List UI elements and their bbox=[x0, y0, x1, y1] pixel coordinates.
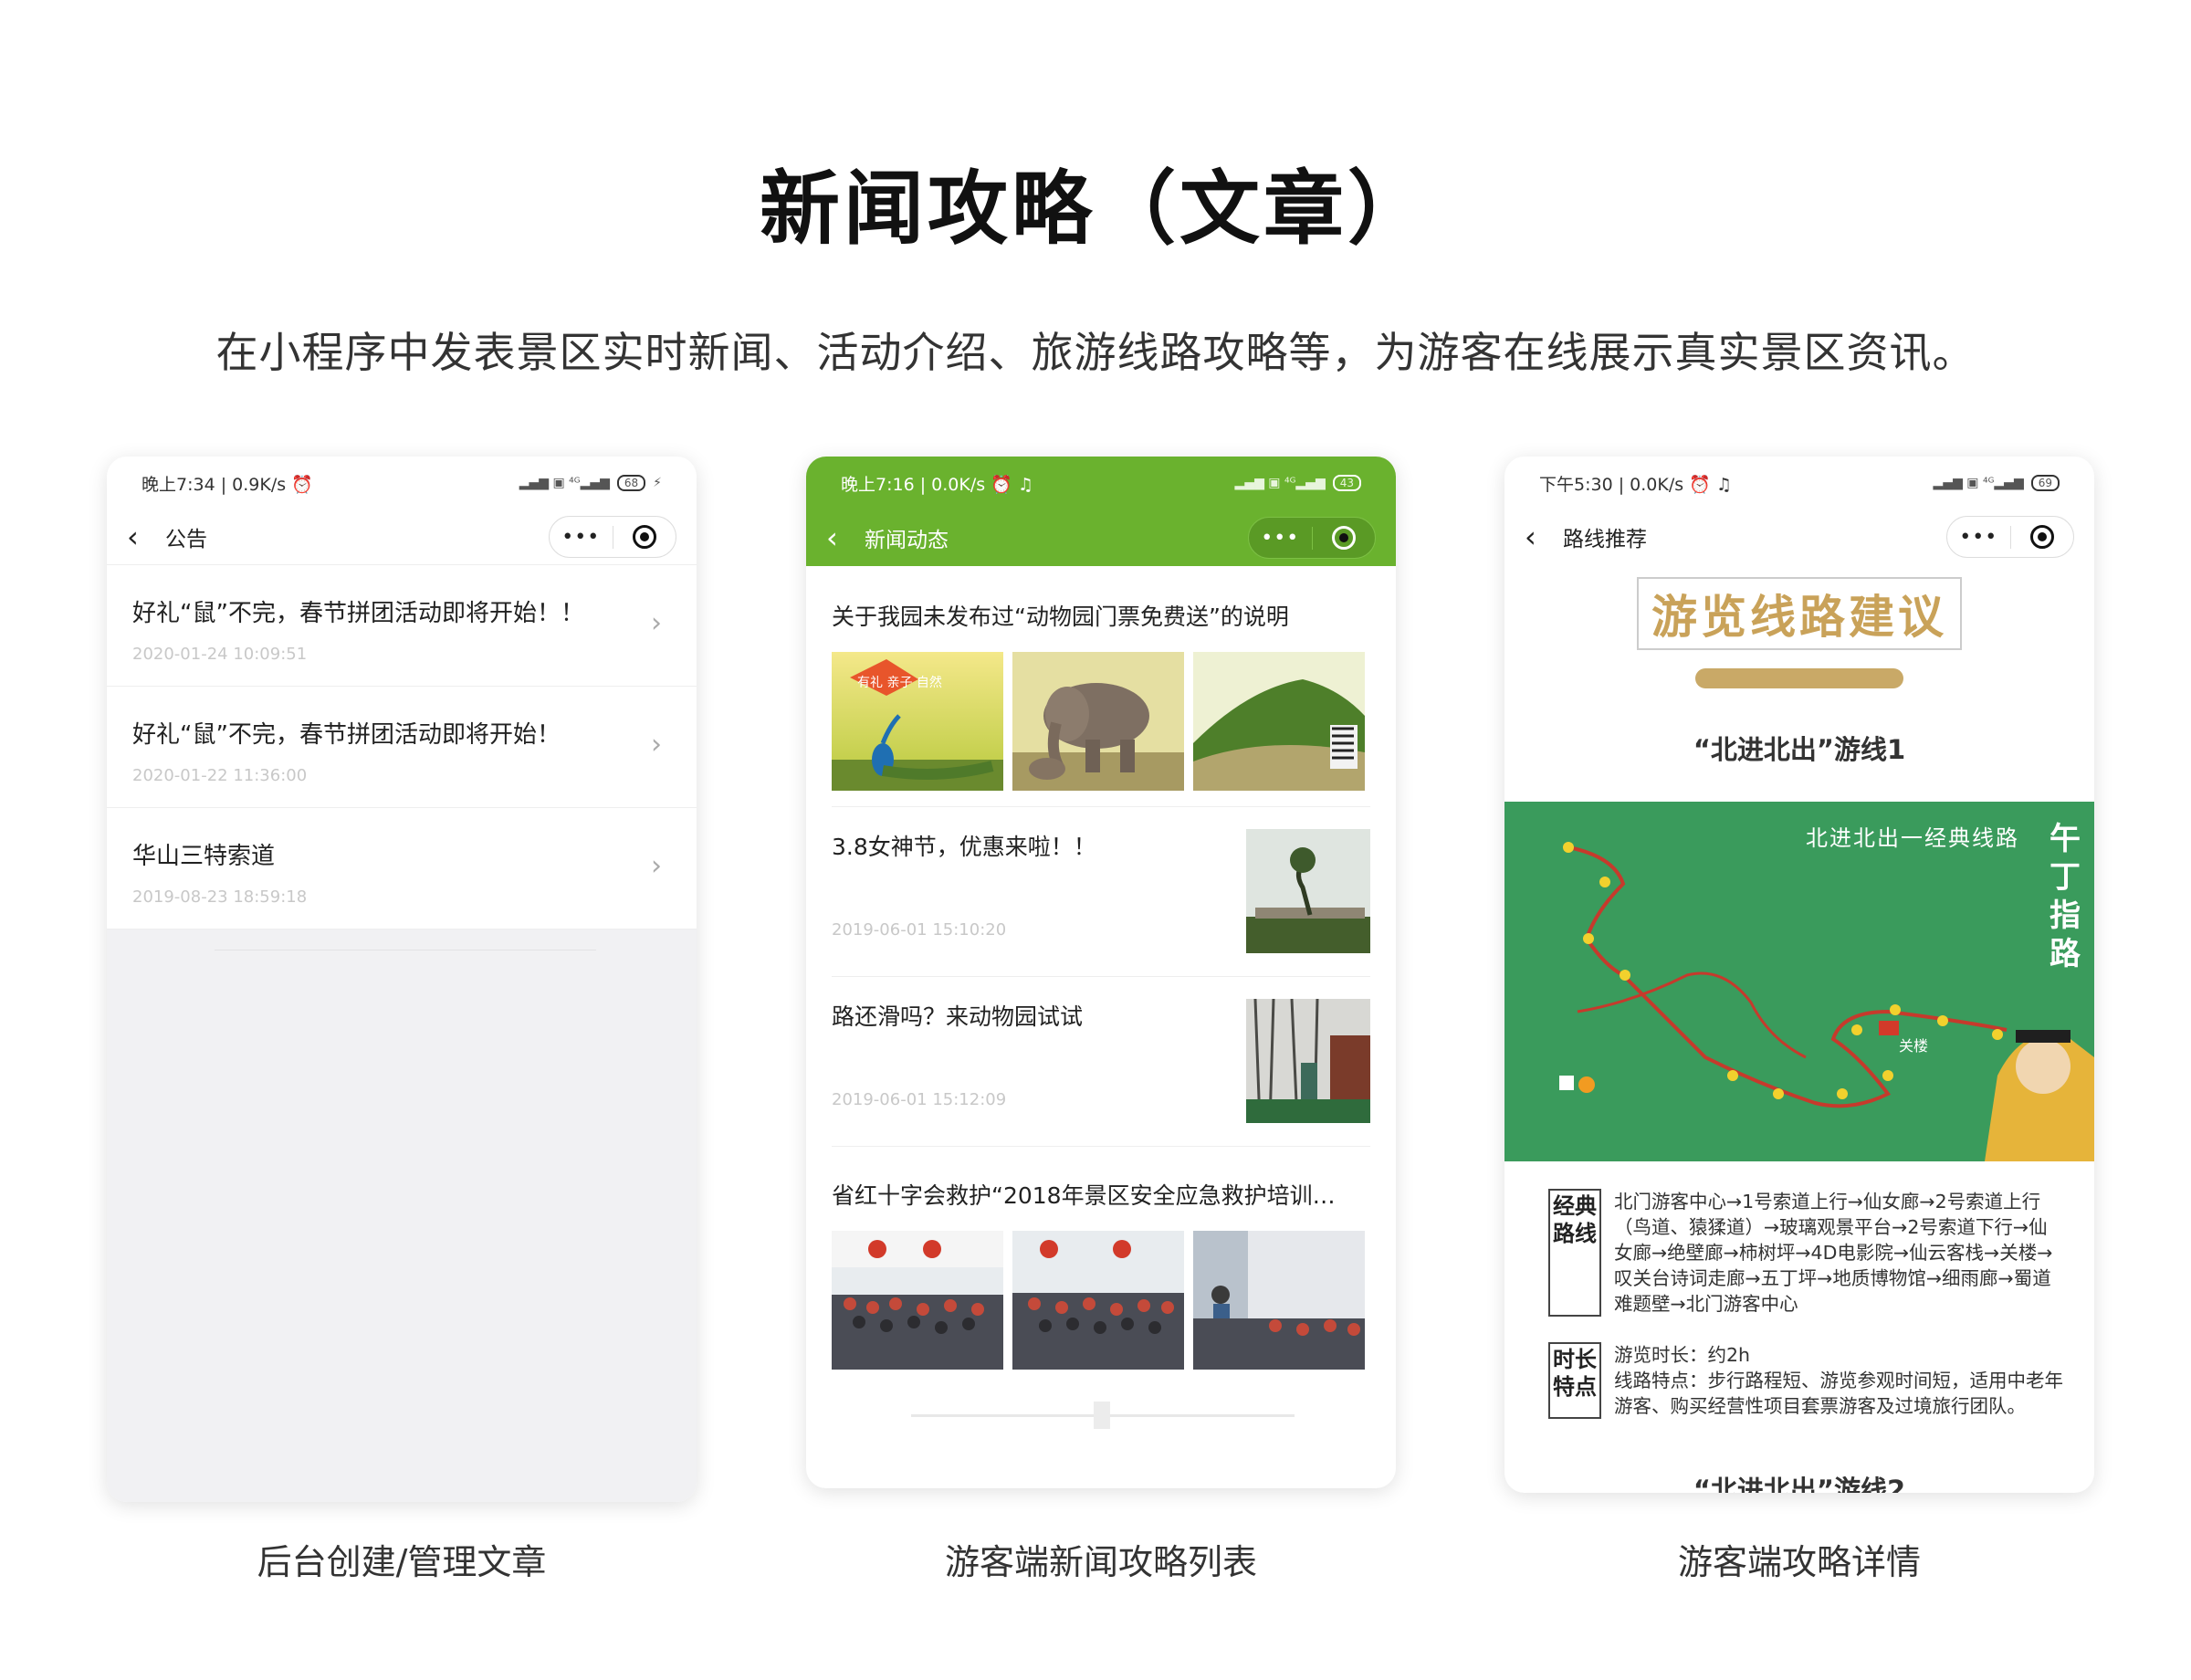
green-header: 晚上7:16 | 0.0K/s ⏰ ♫ ▂▄▆ ▣ ⁴ᴳ▂▄▆ 43 ‹ 新闻动… bbox=[806, 457, 1396, 566]
phone-news-list: 晚上7:16 | 0.0K/s ⏰ ♫ ▂▄▆ ▣ ⁴ᴳ▂▄▆ 43 ‹ 新闻动… bbox=[806, 457, 1396, 1488]
item-date: 2020-01-22 11:36:00 bbox=[132, 766, 308, 785]
nav-title: 路线推荐 bbox=[1563, 528, 1647, 551]
section-tag: 经典路线 bbox=[1548, 1189, 1601, 1317]
elephant-image[interactable] bbox=[1012, 652, 1184, 791]
info-row: 时长特点 游览时长：约2h 线路特点：步行路程短、游览参观时间短，适用中老年游客… bbox=[1548, 1342, 2063, 1419]
section-text: 游览时长：约2h 线路特点：步行路程短、游览参观时间短，适用中老年游客、购买经营… bbox=[1614, 1344, 2063, 1417]
more-menu-icon[interactable]: ••• bbox=[1947, 525, 2011, 549]
miniprogram-capsule: ••• bbox=[1248, 517, 1376, 559]
peacock-image[interactable]: 有礼 亲子 自然 bbox=[832, 652, 1003, 791]
next-route-heading: “北进北出”游线2 bbox=[1693, 1475, 1906, 1493]
phone-route-detail: 下午5:30 | 0.0K/s ⏰ ♫ ▂▄▆ ▣ ⁴ᴳ▂▄▆ 69 ‹ 路线推… bbox=[1504, 457, 2094, 1493]
status-icons: ▂▄▆ ▣ ⁴ᴳ▂▄▆ 43 bbox=[1235, 475, 1361, 491]
more-menu-icon[interactable]: ••• bbox=[550, 525, 613, 549]
news-title: 关于我园未发布过“动物园门票免费送”的说明 bbox=[832, 604, 1289, 630]
status-icons: ▂▄▆ ▣ ⁴ᴳ▂▄▆ 69 bbox=[1934, 475, 2060, 491]
snow-path-image[interactable] bbox=[1246, 998, 1370, 1124]
news-item[interactable]: 路还滑吗？来动物园试试 2019-06-01 15:12:09 bbox=[832, 977, 1370, 1147]
close-miniprogram-icon[interactable] bbox=[2011, 525, 2074, 549]
back-icon[interactable]: ‹ bbox=[826, 523, 854, 552]
status-time: 下午5:30 | 0.0K/s ⏰ ♫ bbox=[1539, 474, 1732, 495]
chevron-right-icon: › bbox=[651, 850, 662, 882]
item-title: 好礼“鼠”不完，春节拼团活动即将开始！ bbox=[132, 721, 561, 749]
page: 新闻攻略（文章） 在小程序中发表景区实时新闻、活动介绍、旅游线路攻略等，为游客在… bbox=[0, 0, 2191, 1680]
nav-bar: ‹ 路线推荐 ••• bbox=[1504, 509, 2094, 564]
badge-text: 有礼 亲子 自然 bbox=[857, 675, 942, 690]
status-bar: 下午5:30 | 0.0K/s ⏰ ♫ ▂▄▆ ▣ ⁴ᴳ▂▄▆ 69 bbox=[1504, 457, 2094, 509]
list-item[interactable]: 好礼“鼠”不完，春节拼团活动即将开始！！ 2020-01-24 10:09:51… bbox=[107, 565, 697, 687]
chevron-right-icon: › bbox=[651, 607, 662, 639]
signal-icon: ▂▄▆ ▣ ⁴ᴳ▂▄▆ bbox=[1234, 476, 1326, 490]
caption-route-detail: 游客端攻略详情 bbox=[1677, 1542, 1921, 1582]
chevron-right-icon: › bbox=[651, 729, 662, 761]
section-tag: 时长特点 bbox=[1548, 1342, 1601, 1419]
nav-bar: ‹ 公告 ••• bbox=[107, 509, 697, 564]
empty-area bbox=[107, 929, 697, 1502]
miniprogram-capsule: ••• bbox=[549, 516, 676, 558]
list-item[interactable]: 华山三特索道 2019-08-23 18:59:18 › bbox=[107, 808, 697, 929]
close-miniprogram-icon[interactable] bbox=[613, 525, 676, 549]
miniprogram-capsule: ••• bbox=[1946, 516, 2074, 558]
news-item[interactable]: 3.8女神节，优惠来啦！！ 2019-06-01 15:10:20 bbox=[832, 807, 1370, 977]
page-subtitle: 在小程序中发表景区实时新闻、活动介绍、旅游线路攻略等，为游客在线展示真实景区资讯… bbox=[215, 328, 1976, 377]
news-title: 省红十字会救护“2018年景区安全应急救护培训… bbox=[832, 1182, 1336, 1209]
battery-icon: 43 bbox=[1332, 475, 1361, 491]
item-title: 华山三特索道 bbox=[132, 843, 276, 870]
caption-news-list: 游客端新闻攻略列表 bbox=[944, 1542, 1257, 1582]
park-image[interactable] bbox=[1246, 829, 1370, 953]
item-date: 2019-08-23 18:59:18 bbox=[132, 887, 308, 907]
back-icon[interactable]: ‹ bbox=[127, 522, 154, 551]
route-map[interactable]: 北进北出一经典线路 午丁指路 关楼 bbox=[1504, 802, 2094, 1161]
image-row bbox=[832, 1231, 1370, 1370]
news-item[interactable]: 省红十字会救护“2018年景区安全应急救护培训… bbox=[832, 1147, 1370, 1384]
image-row: 有礼 亲子 自然 bbox=[832, 652, 1370, 791]
signal-icon: ▂▄▆ ▣ ⁴ᴳ▂▄▆ bbox=[1933, 476, 2024, 490]
status-bar: 晚上7:16 | 0.0K/s ⏰ ♫ ▂▄▆ ▣ ⁴ᴳ▂▄▆ 43 bbox=[806, 457, 1396, 509]
news-list: 关于我园未发布过“动物园门票免费送”的说明 有礼 亲子 自然 3.8女神节，优惠… bbox=[806, 566, 1396, 1384]
status-time: 晚上7:16 | 0.0K/s ⏰ ♫ bbox=[841, 474, 1033, 495]
scroll-indicator[interactable] bbox=[911, 1402, 1295, 1429]
item-title: 好礼“鼠”不完，春节拼团活动即将开始！！ bbox=[132, 600, 584, 627]
training-photo-3[interactable] bbox=[1193, 1231, 1365, 1370]
nav-bar: ‹ 新闻动态 ••• bbox=[806, 509, 1396, 566]
status-time: 晚上7:34 | 0.9K/s ⏰ bbox=[142, 474, 313, 495]
charging-icon: ⚡ bbox=[653, 476, 662, 490]
signal-icon: ▂▄▆ ▣ ⁴ᴳ▂▄▆ bbox=[519, 476, 610, 490]
poster-title: 游览线路建议 bbox=[1637, 577, 1962, 650]
battery-icon: 68 bbox=[616, 475, 646, 491]
section-text: 北门游客中心→1号索道上行→仙女廊→2号索道上行（鸟道、猿猱道）→玻璃观景平台→… bbox=[1614, 1191, 2053, 1315]
more-menu-icon[interactable]: ••• bbox=[1249, 526, 1313, 550]
news-date: 2019-06-01 15:12:09 bbox=[832, 1090, 1007, 1109]
caption-admin: 后台创建/管理文章 bbox=[257, 1542, 547, 1582]
nav-title: 公告 bbox=[165, 528, 207, 551]
nav-title: 新闻动态 bbox=[865, 529, 949, 552]
news-item[interactable]: 关于我园未发布过“动物园门票免费送”的说明 有礼 亲子 自然 bbox=[832, 566, 1370, 807]
phone-admin-announcements: 晚上7:34 | 0.9K/s ⏰ ▂▄▆ ▣ ⁴ᴳ▂▄▆ 68 ⚡ ‹ 公告 … bbox=[107, 457, 697, 1502]
back-icon[interactable]: ‹ bbox=[1525, 522, 1552, 551]
zebra-image[interactable] bbox=[1193, 652, 1365, 791]
status-icons: ▂▄▆ ▣ ⁴ᴳ▂▄▆ 68 ⚡ bbox=[519, 475, 662, 491]
status-bar: 晚上7:34 | 0.9K/s ⏰ ▂▄▆ ▣ ⁴ᴳ▂▄▆ 68 ⚡ bbox=[107, 457, 697, 509]
news-date: 2019-06-01 15:10:20 bbox=[832, 920, 1007, 940]
info-row: 经典路线 北门游客中心→1号索道上行→仙女廊→2号索道上行（鸟道、猿猱道）→玻璃… bbox=[1548, 1189, 2063, 1317]
announcement-list: 好礼“鼠”不完，春节拼团活动即将开始！！ 2020-01-24 10:09:51… bbox=[107, 564, 697, 929]
list-item[interactable]: 好礼“鼠”不完，春节拼团活动即将开始！ 2020-01-22 11:36:00 … bbox=[107, 687, 697, 808]
map-vertical-text: 午丁指路 bbox=[2049, 821, 2081, 972]
item-date: 2020-01-24 10:09:51 bbox=[132, 645, 308, 664]
route-heading: “北进北出”游线1 bbox=[1693, 734, 1906, 765]
route-info: 经典路线 北门游客中心→1号索道上行→仙女廊→2号索道上行（鸟道、猿猱道）→玻璃… bbox=[1504, 1161, 2094, 1419]
decorative-bar bbox=[1695, 668, 1903, 688]
training-photo-1[interactable] bbox=[832, 1231, 1003, 1370]
battery-icon: 69 bbox=[2030, 475, 2060, 491]
map-title: 北进北出一经典线路 bbox=[1806, 825, 2019, 851]
map-gate-label: 关楼 bbox=[1899, 1037, 1929, 1055]
training-photo-2[interactable] bbox=[1012, 1231, 1184, 1370]
close-miniprogram-icon[interactable] bbox=[1313, 526, 1376, 550]
page-title: 新闻攻略（文章） bbox=[759, 162, 1431, 256]
